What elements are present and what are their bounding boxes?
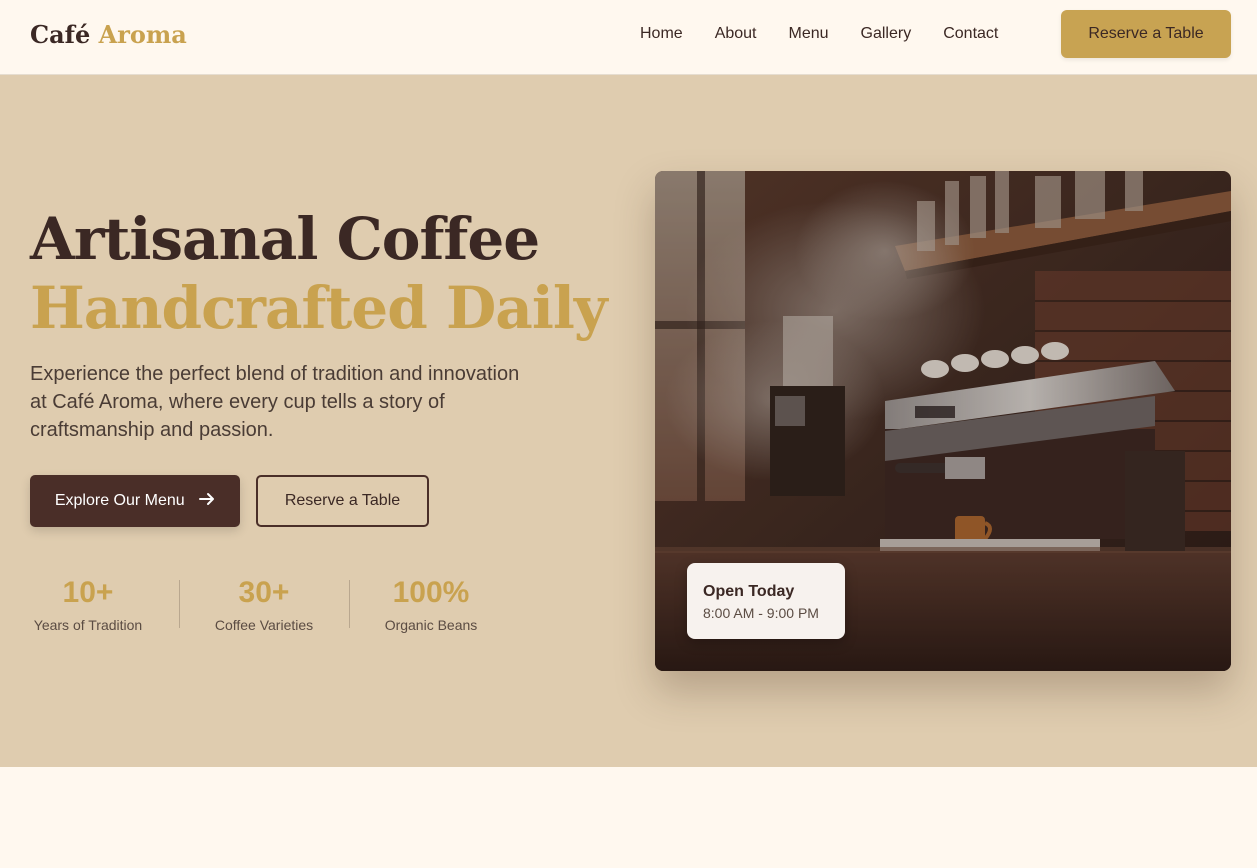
stat-label: Years of Tradition [33,617,143,633]
hero-headline-line1: Artisanal Coffee [30,205,540,273]
hours-time: 8:00 AM - 9:00 PM [703,605,819,621]
next-section [0,767,1257,868]
reserve-table-nav-button[interactable]: Reserve a Table [1061,10,1231,58]
site-logo[interactable]: Café Aroma [30,18,187,52]
logo-first-word: Café [30,20,91,49]
hero-description: Experience the perfect blend of traditio… [30,363,520,441]
stat-organic: 100% Organic Beans [377,575,485,637]
stat-years: 10+ Years of Tradition [30,575,146,637]
main-nav: Home About Menu Gallery Contact [640,22,998,46]
stat-value: 30+ [238,576,290,609]
nav-menu[interactable]: Menu [789,22,829,46]
nav-contact[interactable]: Contact [943,22,998,46]
hours-title: Open Today [703,583,795,600]
arrow-right-icon [199,475,215,527]
explore-menu-button[interactable]: Explore Our Menu [30,475,240,527]
stat-divider [349,580,350,628]
explore-menu-label: Explore Our Menu [54,492,185,509]
hero-headline-line2: Handcrafted Daily [30,274,608,342]
logo-second-word: Aroma [98,20,187,49]
stat-divider [179,580,180,628]
stat-value: 100% [392,576,470,609]
stat-label: Organic Beans [384,617,478,633]
nav-home[interactable]: Home [640,22,683,46]
hours-card: Open Today 8:00 AM - 9:00 PM [687,563,845,639]
nav-about[interactable]: About [715,22,757,46]
stat-label: Coffee Varieties [214,617,314,633]
stat-varieties: 30+ Coffee Varieties [205,575,323,637]
nav-gallery[interactable]: Gallery [861,22,912,46]
stat-value: 10+ [62,576,114,609]
top-navbar: Café Aroma Home About Menu Gallery Conta… [0,0,1257,75]
reserve-table-hero-button[interactable]: Reserve a Table [256,475,429,527]
